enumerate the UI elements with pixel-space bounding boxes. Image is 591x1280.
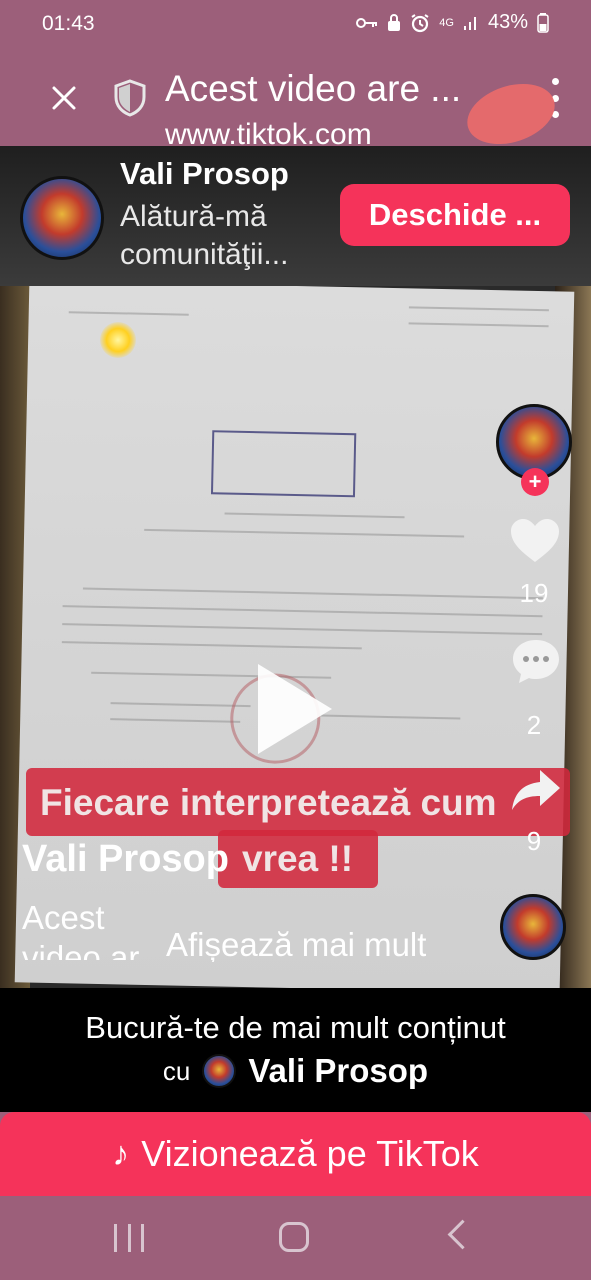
play-icon[interactable]: [258, 664, 332, 754]
comment-icon[interactable]: [510, 636, 562, 686]
recent-apps-icon[interactable]: [114, 1224, 144, 1252]
close-icon[interactable]: [48, 82, 80, 114]
doc-line: [408, 306, 549, 312]
avatar[interactable]: [20, 176, 104, 260]
heart-icon[interactable]: [508, 514, 562, 568]
signal-icon: [463, 16, 476, 30]
doc-line: [62, 623, 543, 636]
doc-line: [68, 311, 189, 316]
battery-percent: 43%: [487, 11, 528, 33]
avatar: [202, 1054, 237, 1088]
watch-on-tiktok-button[interactable]: ♪ Vizionează pe TikTok: [0, 1112, 591, 1196]
status-time: 01:43: [42, 12, 95, 35]
show-more-link[interactable]: Afișează mai mult: [166, 926, 426, 962]
page-title: Acest video are ...: [165, 68, 462, 109]
promo-creator-name: Vali Prosop: [248, 1052, 429, 1089]
status-icons: 4G 43%: [356, 11, 549, 34]
profile-name[interactable]: Vali Prosop: [120, 156, 289, 192]
doc-line: [61, 641, 362, 650]
doc-line: [144, 528, 465, 538]
status-bar: 01:43 4G 43%: [0, 0, 591, 50]
doc-line: [408, 322, 549, 328]
shares-count: 9: [526, 826, 542, 856]
lock-icon: [388, 13, 401, 31]
caption-line: vrea !!: [242, 838, 354, 879]
sound-disc-avatar[interactable]: [500, 894, 566, 960]
post-author[interactable]: Vali Prosop: [22, 838, 229, 881]
caption-line: Fiecare interpretează cum: [40, 782, 497, 823]
back-icon[interactable]: [447, 1219, 478, 1250]
key-icon: [356, 17, 378, 28]
watch-button-label: Vizionează pe TikTok: [141, 1133, 479, 1174]
doc-line: [110, 702, 251, 708]
comments-count: 2: [526, 710, 542, 740]
battery-icon: [537, 12, 549, 33]
promo-cu: cu: [162, 1055, 191, 1086]
open-app-button[interactable]: Deschide ...: [340, 184, 570, 246]
alarm-icon: [411, 13, 429, 32]
navigation-bar: [0, 1196, 591, 1280]
share-icon[interactable]: [510, 766, 562, 814]
promo-panel: Bucură-te de mai mult conținut cu Vali P…: [0, 988, 591, 1112]
doc-line: [62, 605, 543, 618]
tiktok-icon: ♪: [112, 1134, 130, 1173]
follow-button[interactable]: +: [521, 468, 549, 496]
promo-text: Bucură-te de mai mult conținut: [85, 1010, 506, 1045]
network-type: 4G: [439, 16, 454, 29]
likes-count: 19: [519, 578, 549, 608]
post-description: Acest video ar: [22, 899, 140, 960]
home-icon[interactable]: [279, 1222, 309, 1252]
promo-creator: cu Vali Prosop: [0, 1052, 591, 1090]
doc-line: [110, 718, 241, 723]
shield-icon[interactable]: [110, 78, 150, 118]
doc-line: [82, 587, 543, 600]
doc-line: [320, 714, 461, 720]
registration-stamp: [210, 430, 357, 498]
profile-subtitle: Alătură-mă comunităţii...: [120, 200, 289, 271]
doc-line: [224, 512, 405, 519]
screen: 01:43 4G 43% Acest video are ... www.tik…: [0, 0, 591, 1280]
profile-banner: Vali Prosop Alătură-mă comunităţii... De…: [0, 146, 591, 286]
lamp-light: [100, 322, 136, 358]
